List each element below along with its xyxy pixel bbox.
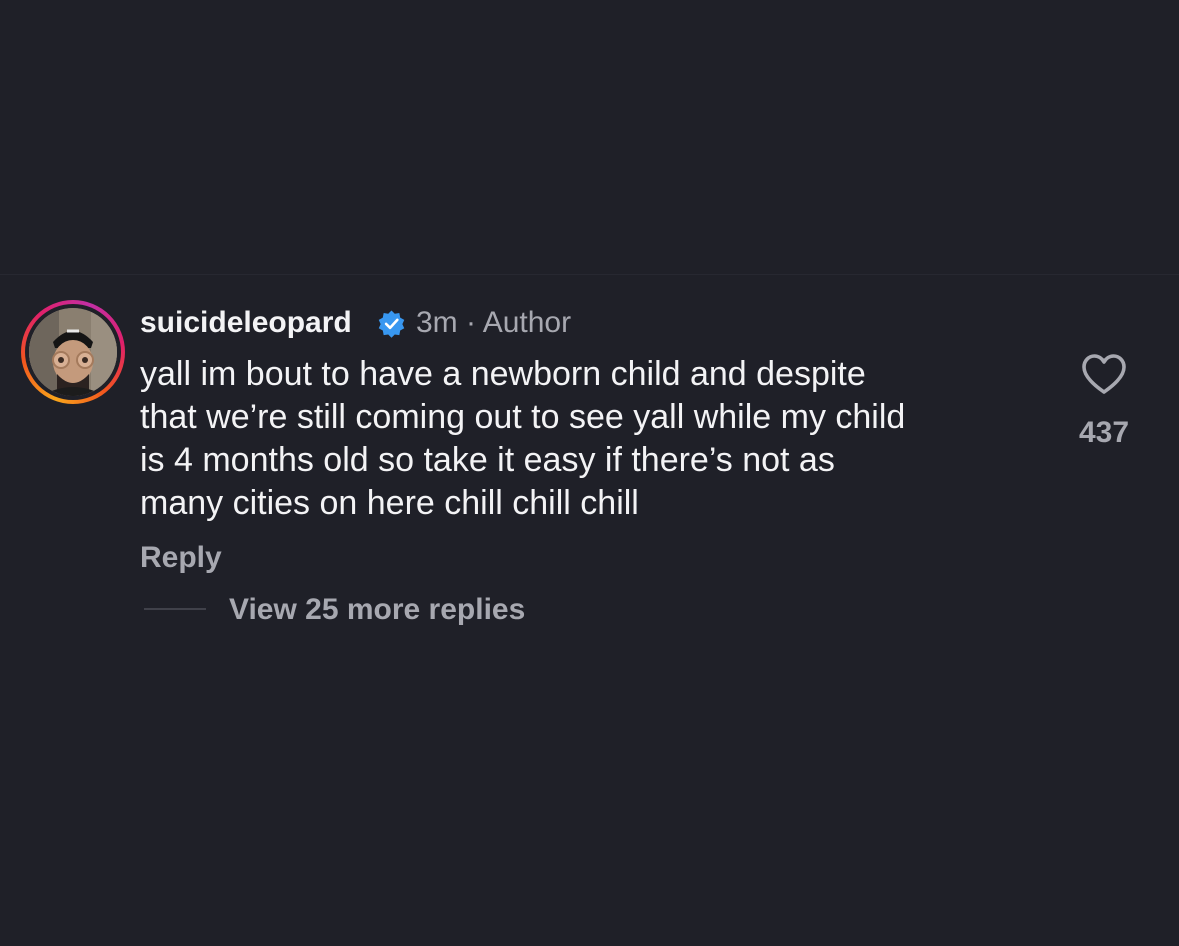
comment-text: yall im bout to have a newborn child and… <box>140 353 1040 525</box>
comment-text-line: yall im bout to have a newborn child and… <box>140 355 866 393</box>
comment-text-line: that we’re still coming out to see yall … <box>140 398 906 436</box>
replies-connector-line <box>144 608 206 610</box>
like-count: 437 <box>1078 416 1130 449</box>
avatar[interactable] <box>29 308 117 396</box>
heart-icon[interactable] <box>1080 352 1128 396</box>
comment-time: 3m <box>416 306 458 339</box>
comment-text-line: many cities on here chill chill chill <box>140 484 639 522</box>
avatar-image <box>29 308 117 396</box>
story-ring-avatar[interactable] <box>21 300 125 404</box>
verified-badge-icon <box>378 310 405 338</box>
comment-username[interactable]: suicideleopard <box>140 303 352 343</box>
view-more-replies-button[interactable]: View 25 more replies <box>229 590 525 630</box>
meta-separator: · <box>466 306 477 339</box>
empty-top-area <box>0 0 1179 274</box>
comment-meta: 3m · Author <box>416 303 571 343</box>
comment-text-line: is 4 months old so take it easy if there… <box>140 441 835 479</box>
reply-button[interactable]: Reply <box>140 538 222 578</box>
author-tag: Author <box>482 306 572 339</box>
